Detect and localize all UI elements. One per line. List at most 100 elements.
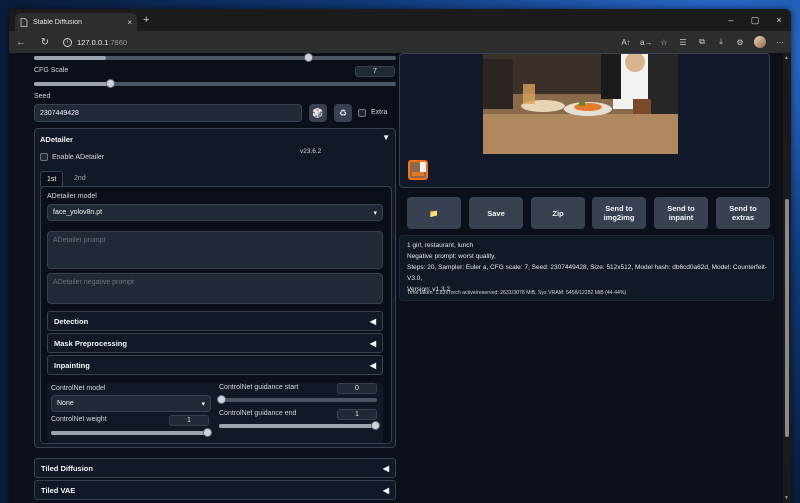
gallery-thumbnail[interactable] xyxy=(408,160,428,180)
mask-preprocessing-title: Mask Preprocessing xyxy=(54,338,127,348)
controlnet-weight-input[interactable]: 1 xyxy=(169,415,209,426)
enable-adetailer-checkbox[interactable] xyxy=(40,153,48,161)
expand-icon: ◀ xyxy=(369,360,376,370)
maximize-icon[interactable]: ▢ xyxy=(743,9,767,31)
tab-title: Stable Diffusion xyxy=(33,18,82,26)
profile-avatar[interactable] xyxy=(754,36,766,48)
top-slider-knob[interactable] xyxy=(304,53,313,62)
generated-image[interactable] xyxy=(483,54,678,154)
controlnet-start-knob[interactable] xyxy=(217,395,226,404)
browser-window: Stable Diffusion × + – ▢ × ← ↻ i 127.0.0… xyxy=(9,9,791,503)
mask-preprocessing-section[interactable]: Mask Preprocessing ◀ xyxy=(47,333,383,353)
send-to-inpaint-button[interactable]: Send to inpaint xyxy=(654,197,708,229)
adetailer-model-value: face_yolov8n.pt xyxy=(53,209,103,216)
tiled-vae-title: Tiled VAE xyxy=(41,485,76,495)
page-icon xyxy=(20,17,28,27)
window-controls: – ▢ × xyxy=(719,9,791,31)
adetailer-panel: ADetailer ▼ Enable ADetailer v23.6.2 1st… xyxy=(34,128,396,448)
tiled-diffusion-section[interactable]: Tiled Diffusion ◀ xyxy=(34,458,396,478)
url-port: :7860 xyxy=(108,37,128,47)
scrollbar-thumb[interactable] xyxy=(785,199,789,437)
controlnet-end-input[interactable]: 1 xyxy=(337,409,377,420)
tiled-vae-section[interactable]: Tiled VAE ◀ xyxy=(34,480,396,500)
generation-info: 1 girl, restaurant, lunch Negative promp… xyxy=(407,240,769,295)
scroll-up-icon[interactable]: ▲ xyxy=(784,55,789,61)
zip-button[interactable]: Zip xyxy=(531,197,585,229)
translate-icon[interactable]: a→ xyxy=(640,38,652,47)
extra-seed-checkbox[interactable] xyxy=(358,109,366,117)
top-slider[interactable] xyxy=(34,53,396,62)
save-button[interactable]: Save xyxy=(469,197,523,229)
controlnet-weight-label: ControlNet weight xyxy=(51,416,107,423)
webui-page: CFG Scale 7 Seed 2307449428 🎲 ♻ Extra AD… xyxy=(9,53,791,503)
adetailer-model-select[interactable]: face_yolov8n.pt ▾ xyxy=(47,204,383,221)
controlnet-model-select[interactable]: None ▾ xyxy=(51,395,211,412)
new-tab-button[interactable]: + xyxy=(143,14,149,26)
favorite-star-icon[interactable]: ☆ xyxy=(659,38,669,47)
browser-tab[interactable]: Stable Diffusion × xyxy=(15,13,137,31)
cfg-scale-label: CFG Scale xyxy=(34,67,69,74)
adetailer-version: v23.6.2 xyxy=(300,148,322,155)
cfg-scale-input[interactable]: 7 xyxy=(355,66,395,77)
tab-bar: Stable Diffusion × + – ▢ × xyxy=(9,9,791,31)
refresh-icon[interactable]: ↻ xyxy=(39,37,51,48)
time-taken: Time taken: 1.83sTorch active/reserved: … xyxy=(407,290,627,296)
tab-close-icon[interactable]: × xyxy=(127,18,132,27)
tab-2nd[interactable]: 2nd xyxy=(68,171,92,186)
expand-icon: ◀ xyxy=(369,338,376,348)
minimize-icon[interactable]: – xyxy=(719,9,743,31)
controlnet-start-input[interactable]: 0 xyxy=(337,383,377,394)
controlnet-end-knob[interactable] xyxy=(371,421,380,430)
extra-seed-label: Extra xyxy=(371,109,388,116)
inpainting-section[interactable]: Inpainting ◀ xyxy=(47,355,383,375)
favorites-icon[interactable]: ☰ xyxy=(678,38,688,47)
controlnet-model-value: None xyxy=(57,400,74,407)
seed-input[interactable]: 2307449428 xyxy=(34,104,302,122)
inpainting-title: Inpainting xyxy=(54,360,90,370)
back-icon[interactable]: ← xyxy=(15,37,27,48)
read-aloud-icon[interactable]: A↑ xyxy=(621,38,631,47)
collections-icon[interactable]: ⧉ xyxy=(697,37,707,47)
detection-section[interactable]: Detection ◀ xyxy=(47,311,383,331)
send-to-extras-button[interactable]: Send to extras xyxy=(716,197,770,229)
reuse-seed-button[interactable]: ♻ xyxy=(334,104,352,122)
adetailer-title: ADetailer xyxy=(40,135,73,144)
cfg-scale-slider[interactable] xyxy=(34,79,396,88)
adetailer-model-label: ADetailer model xyxy=(47,193,97,200)
controlnet-weight-knob[interactable] xyxy=(203,428,212,437)
site-info-icon[interactable]: i xyxy=(63,37,72,47)
extensions-icon[interactable]: ⚙ xyxy=(735,38,745,47)
expand-icon: ◀ xyxy=(369,316,376,326)
dice-icon: 🎲 xyxy=(312,107,324,118)
tab-1st[interactable]: 1st xyxy=(40,171,64,187)
controlnet-block: ControlNet model None ▾ ControlNet weigh… xyxy=(47,383,383,443)
scroll-down-icon[interactable]: ▼ xyxy=(784,495,789,501)
page-scrollbar[interactable]: ▲ ▼ xyxy=(783,53,791,503)
dropdown-icon: ▾ xyxy=(201,400,205,408)
url-field[interactable]: i 127.0.0.1:7860 xyxy=(63,34,609,50)
url-host: 127.0.0.1 xyxy=(77,37,109,47)
close-window-icon[interactable]: × xyxy=(767,9,791,31)
enable-adetailer-label: Enable ADetailer xyxy=(52,154,105,161)
collapse-open-icon[interactable]: ▼ xyxy=(382,133,390,142)
negative-prompt-line: Negative prompt: worst quality, xyxy=(407,253,496,260)
downloads-icon[interactable]: ⤓ xyxy=(716,37,726,47)
controlnet-start-label: ControlNet guidance start xyxy=(219,384,299,391)
top-slider-fill xyxy=(34,56,107,60)
send-to-img2img-button[interactable]: Send to img2img xyxy=(592,197,646,229)
random-seed-button[interactable]: 🎲 xyxy=(309,104,327,122)
cfg-scale-fill xyxy=(34,82,111,86)
controlnet-weight-slider[interactable] xyxy=(51,428,212,437)
more-menu-icon[interactable]: ··· xyxy=(775,38,785,47)
adetailer-negative-prompt-input[interactable]: ADetailer negative prompt xyxy=(47,273,383,304)
open-folder-button[interactable]: 📁 xyxy=(407,197,461,229)
adetailer-prompt-input[interactable]: ADetailer prompt xyxy=(47,231,383,269)
browser-toolbar: A↑ a→ ☆ ☰ ⧉ ⤓ ⚙ ··· xyxy=(621,36,785,48)
controlnet-start-slider[interactable] xyxy=(217,395,377,404)
expand-icon: ◀ xyxy=(382,485,389,495)
cfg-scale-knob[interactable] xyxy=(106,79,115,88)
address-bar: ← ↻ i 127.0.0.1:7860 A↑ a→ ☆ ☰ ⧉ ⤓ ⚙ ··· xyxy=(9,31,791,53)
seed-label: Seed xyxy=(34,93,51,100)
prompt-line: 1 girl, restaurant, lunch xyxy=(407,242,474,249)
controlnet-end-slider[interactable] xyxy=(219,421,380,430)
